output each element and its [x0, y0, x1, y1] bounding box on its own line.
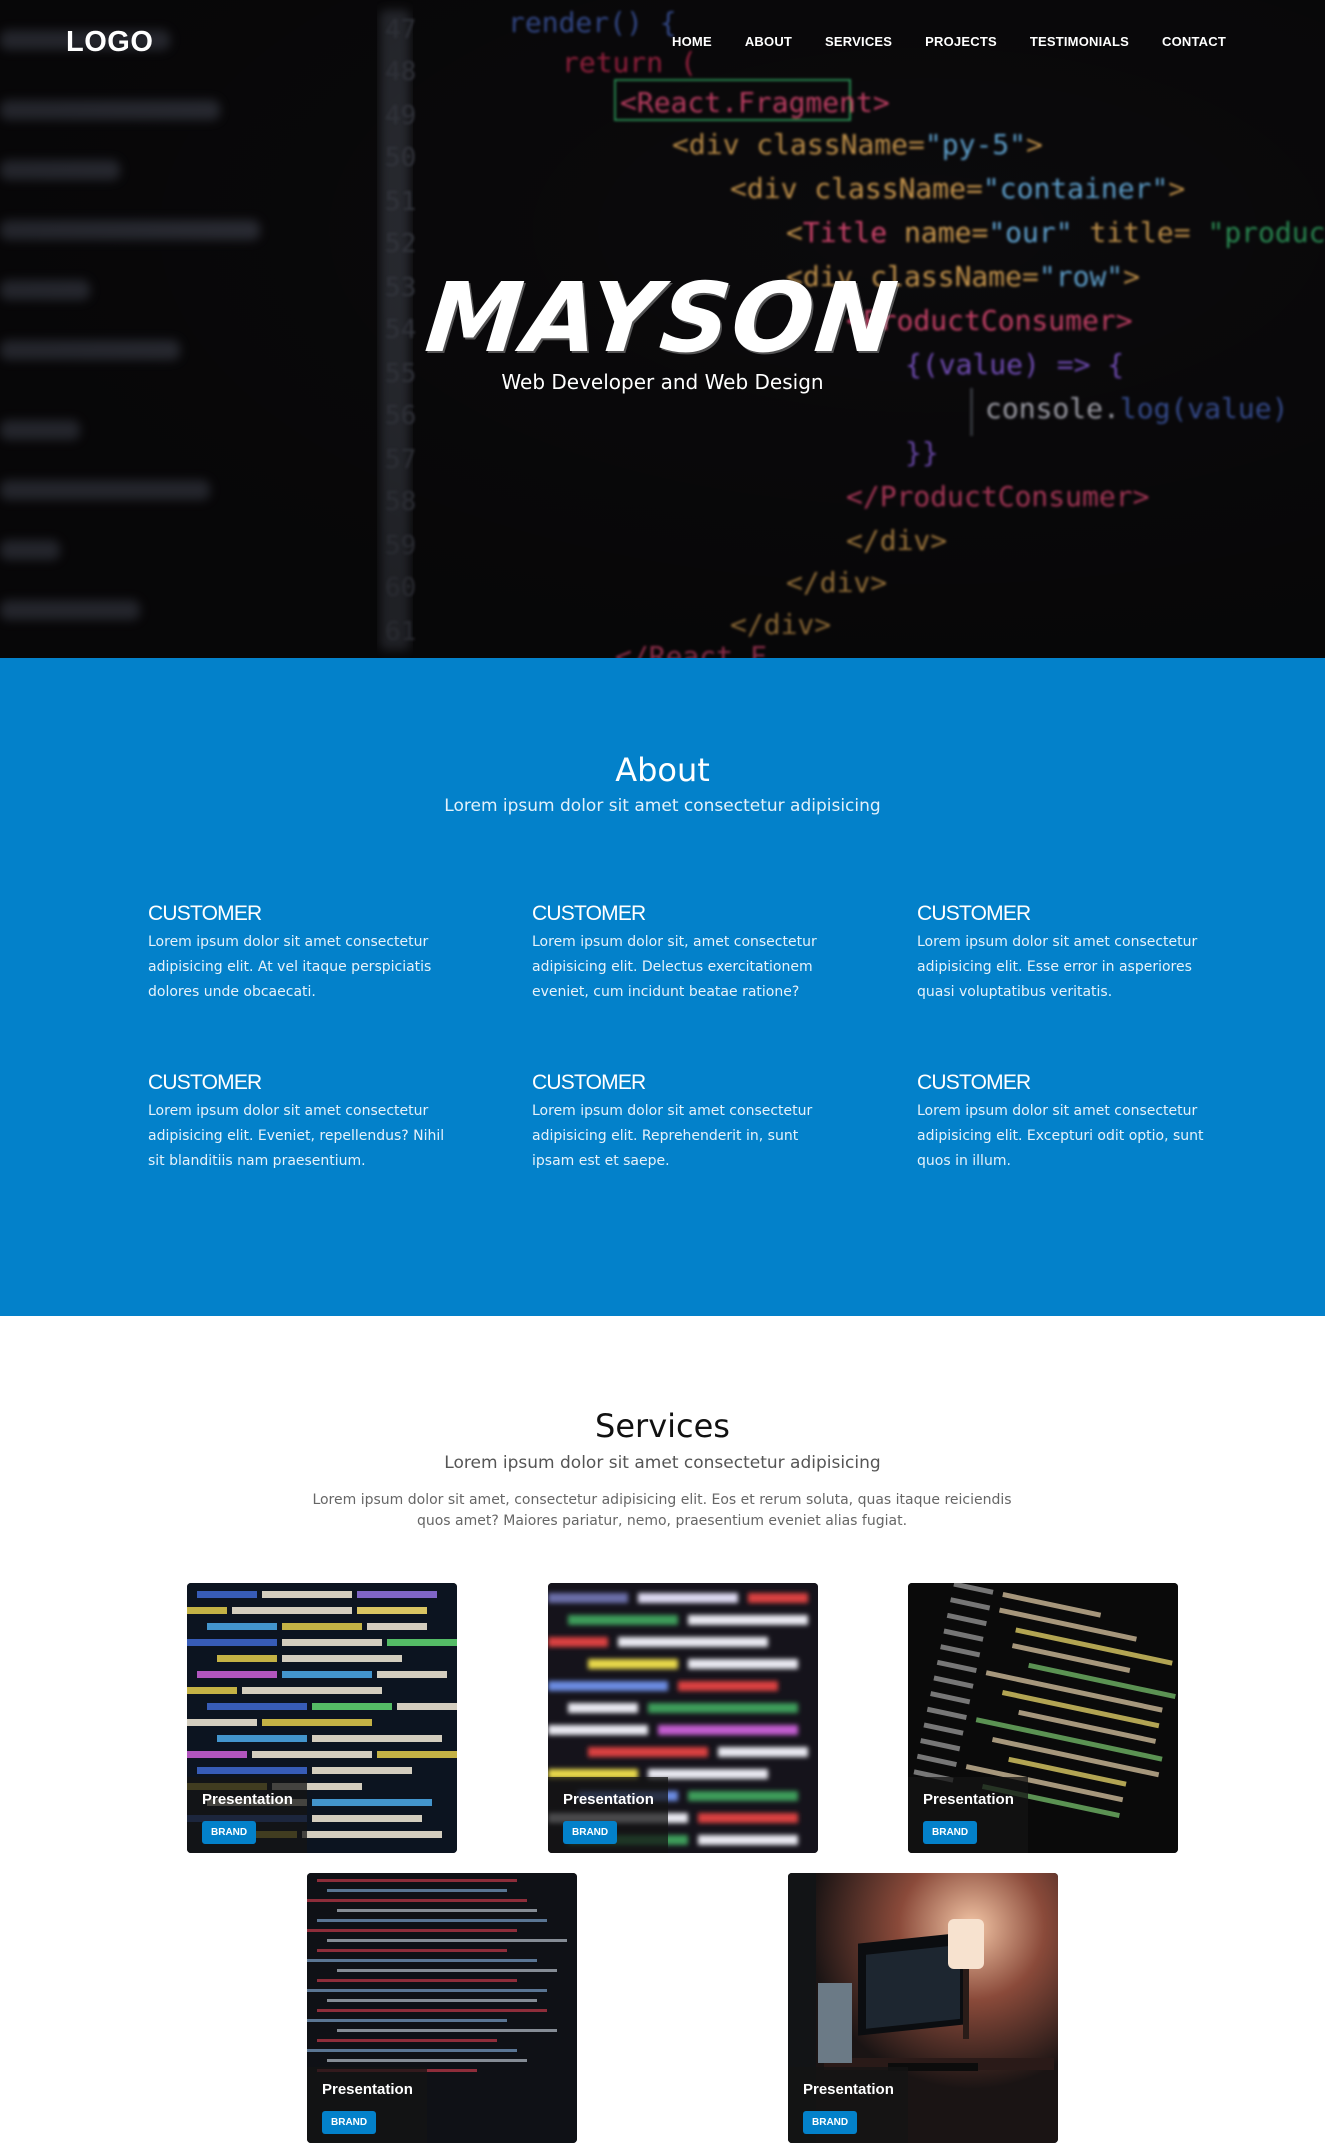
- card-badge[interactable]: BRAND: [322, 2111, 377, 2134]
- hero-section: 474849 505152 535455 565758 596061 rende…: [0, 0, 1325, 658]
- feature-item: CUSTOMER Lorem ipsum dolor sit amet cons…: [917, 1071, 1217, 1174]
- feature-item: CUSTOMER Lorem ipsum dolor sit amet cons…: [532, 1071, 832, 1174]
- feature-text: Lorem ipsum dolor sit, amet consectetur …: [532, 934, 817, 1000]
- feature-text: Lorem ipsum dolor sit amet consectetur a…: [148, 1103, 445, 1169]
- card-title: Presentation: [563, 1791, 654, 1808]
- services-subtitle: Lorem ipsum dolor sit amet consectetur a…: [444, 1453, 881, 1473]
- card-caption: Presentation BRAND: [908, 1777, 1028, 1853]
- nav-contact-link[interactable]: CONTACT: [1162, 34, 1226, 49]
- about-subtitle: Lorem ipsum dolor sit amet consectetur a…: [444, 796, 881, 816]
- feature-text: Lorem ipsum dolor sit amet consectetur a…: [917, 1103, 1204, 1169]
- feature-title: CUSTOMER: [148, 1071, 262, 1094]
- nav-home-link[interactable]: HOME: [672, 34, 712, 49]
- feature-item: CUSTOMER Lorem ipsum dolor sit amet cons…: [148, 1071, 448, 1174]
- card-caption: Presentation BRAND: [307, 2067, 427, 2143]
- site-logo[interactable]: LOGO: [66, 26, 153, 59]
- feature-title: CUSTOMER: [532, 1071, 646, 1094]
- service-card[interactable]: Presentation BRAND: [788, 1873, 1058, 2143]
- card-caption: Presentation BRAND: [187, 1777, 307, 1853]
- feature-text: Lorem ipsum dolor sit amet consectetur a…: [148, 934, 432, 1000]
- nav-testimonials-link[interactable]: TESTIMONIALS: [1030, 34, 1129, 49]
- main-nav: HOME ABOUT SERVICES PROJECTS TESTIMONIAL…: [639, 34, 1226, 49]
- card-title: Presentation: [202, 1791, 293, 1808]
- feature-title: CUSTOMER: [917, 1071, 1031, 1094]
- feature-item: CUSTOMER Lorem ipsum dolor sit amet cons…: [917, 902, 1217, 1005]
- service-card[interactable]: Presentation BRAND: [908, 1583, 1178, 1853]
- feature-title: CUSTOMER: [917, 902, 1031, 925]
- nav-services-link[interactable]: SERVICES: [825, 34, 892, 49]
- feature-item: CUSTOMER Lorem ipsum dolor sit amet cons…: [148, 902, 448, 1005]
- card-badge[interactable]: BRAND: [563, 1821, 618, 1844]
- feature-title: CUSTOMER: [148, 902, 262, 925]
- card-title: Presentation: [322, 2081, 413, 2098]
- service-card[interactable]: Presentation BRAND: [187, 1583, 457, 1853]
- feature-title: CUSTOMER: [532, 902, 646, 925]
- card-title: Presentation: [803, 2081, 894, 2098]
- card-title: Presentation: [923, 1791, 1014, 1808]
- card-badge[interactable]: BRAND: [923, 1821, 978, 1844]
- about-section: About Lorem ipsum dolor sit amet consect…: [0, 658, 1325, 1316]
- card-badge[interactable]: BRAND: [803, 2111, 858, 2134]
- hero-title: MAYSON: [420, 262, 905, 374]
- services-description: Lorem ipsum dolor sit amet, consectetur …: [312, 1492, 1012, 1529]
- feature-item: CUSTOMER Lorem ipsum dolor sit, amet con…: [532, 902, 832, 1005]
- about-title: About: [615, 751, 710, 789]
- service-card[interactable]: Presentation BRAND: [307, 1873, 577, 2143]
- hero-subtitle: Web Developer and Web Design: [501, 370, 824, 394]
- nav-projects-link[interactable]: PROJECTS: [925, 34, 997, 49]
- card-caption: Presentation BRAND: [548, 1777, 668, 1853]
- card-badge[interactable]: BRAND: [202, 1821, 257, 1844]
- services-section: Services Lorem ipsum dolor sit amet cons…: [0, 1316, 1325, 2154]
- feature-text: Lorem ipsum dolor sit amet consectetur a…: [532, 1103, 813, 1169]
- feature-text: Lorem ipsum dolor sit amet consectetur a…: [917, 934, 1198, 1000]
- card-caption: Presentation BRAND: [788, 2067, 908, 2143]
- nav-about-link[interactable]: ABOUT: [745, 34, 792, 49]
- service-card[interactable]: Presentation BRAND: [548, 1583, 818, 1853]
- services-title: Services: [595, 1407, 730, 1445]
